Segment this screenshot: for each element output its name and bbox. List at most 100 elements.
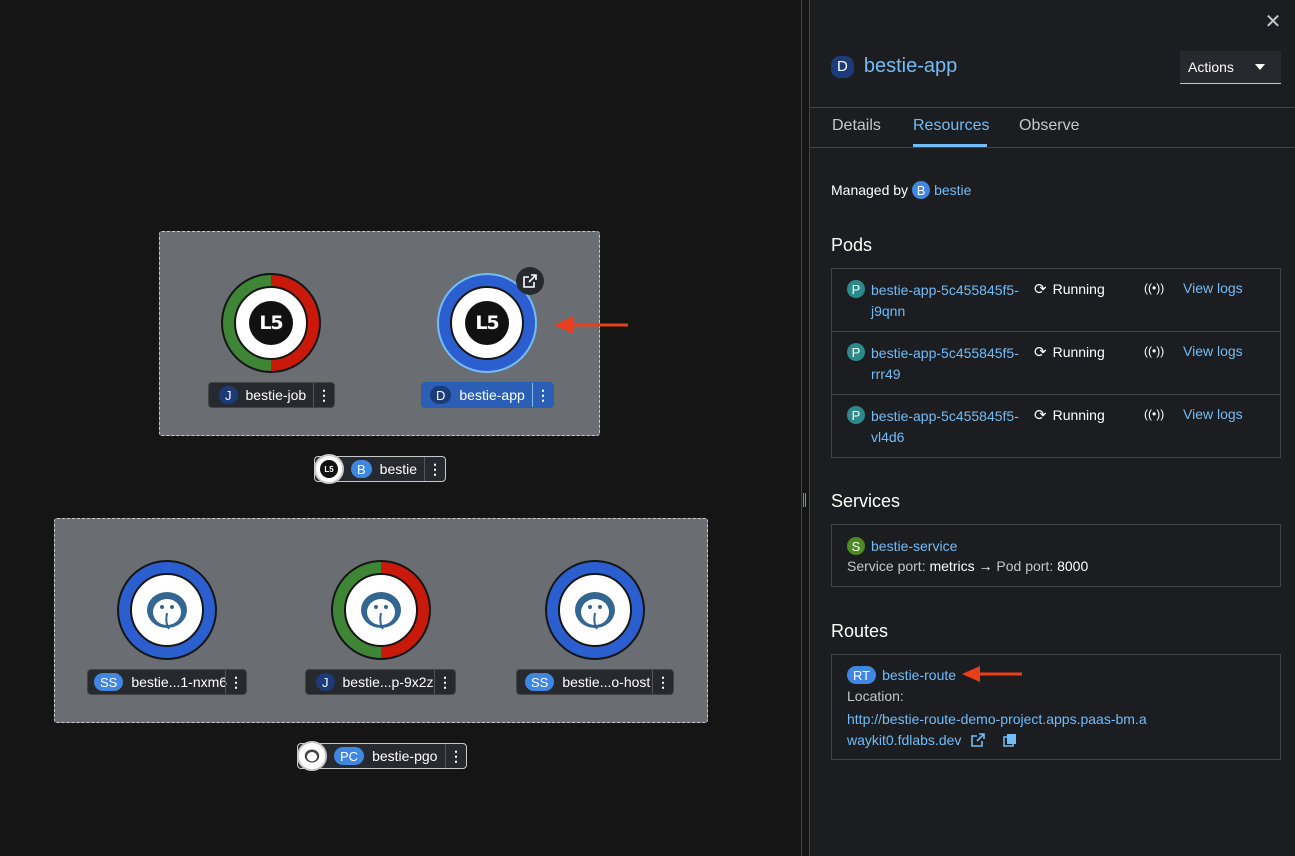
node-name: bestie...1-nxm6: [131, 674, 228, 690]
signal-icon: ((•)): [1144, 281, 1165, 295]
l5-logo-icon: L5: [249, 301, 293, 345]
kebab-menu-icon[interactable]: ⋮: [532, 383, 553, 407]
node-label-bestie-o-host[interactable]: SS bestie...o-host ⋮: [516, 669, 674, 695]
job-badge: J: [316, 673, 335, 691]
managed-by-link[interactable]: bestie: [934, 182, 971, 198]
divider: [810, 107, 1295, 108]
routes-list: RT bestie-route Location: http://bestie-r…: [831, 654, 1281, 760]
application-badge: PC: [334, 747, 365, 765]
routes-heading: Routes: [831, 621, 889, 641]
view-logs-link[interactable]: View logs: [1183, 406, 1243, 422]
workload-node-bestie-o-host[interactable]: [545, 560, 645, 660]
kebab-menu-icon[interactable]: ⋮: [225, 670, 246, 694]
service-link[interactable]: bestie-service: [871, 538, 957, 554]
application-badge: B: [351, 460, 372, 478]
group-name: bestie: [379, 461, 418, 477]
kebab-menu-icon[interactable]: ⋮: [424, 457, 445, 481]
external-link-icon: [523, 274, 537, 288]
node-name: bestie...o-host: [562, 674, 651, 690]
kebab-menu-icon[interactable]: ⋮: [652, 670, 673, 694]
view-logs-link[interactable]: View logs: [1183, 280, 1243, 296]
node-label-bestie-job[interactable]: J bestie-job ⋮: [208, 382, 335, 408]
managed-by-label: Managed by: [831, 182, 909, 198]
workload-node-bestie-job[interactable]: L5: [221, 273, 321, 373]
workload-node-bestie-1-nxm6[interactable]: [117, 560, 217, 660]
signal-icon: ((•)): [1144, 344, 1165, 358]
pod-badge: P: [847, 406, 865, 424]
statefulset-badge: SS: [94, 673, 124, 691]
annotation-arrow: [962, 666, 1022, 682]
node-icon-container: L5: [234, 286, 308, 360]
tab-resources[interactable]: Resources: [913, 117, 989, 135]
postgres-elephant-icon: [304, 749, 320, 763]
list-item: Pbestie-app-5c455845f5-rrr49 ⟳ Running ((…: [832, 332, 1280, 395]
node-label-bestie-app[interactable]: D bestie-app ⋮: [421, 382, 554, 408]
view-logs-link[interactable]: View logs: [1183, 343, 1243, 359]
tab-details[interactable]: Details: [832, 117, 881, 135]
pod-link[interactable]: bestie-app-5c455845f5-rrr49: [871, 343, 1021, 385]
panel-resize-splitter[interactable]: [801, 0, 810, 856]
deployment-badge: D: [831, 55, 854, 78]
arrow-right-icon: →: [978, 558, 993, 574]
pod-status: Running: [1052, 281, 1105, 297]
route-badge: RT: [847, 666, 877, 684]
group-label-bestie-pgo[interactable]: PC bestie-pgo ⋮: [297, 741, 467, 771]
managed-by: Managed by B bestie: [831, 181, 971, 199]
deployment-badge: D: [430, 386, 452, 404]
panel-title: D bestie-app: [831, 55, 957, 78]
kebab-menu-icon[interactable]: ⋮: [434, 670, 455, 694]
pod-badge: P: [847, 280, 865, 298]
sync-icon: ⟳: [1034, 281, 1047, 298]
node-icon-container: [558, 573, 632, 647]
kebab-menu-icon[interactable]: ⋮: [445, 744, 466, 768]
caret-down-icon: [1255, 64, 1265, 70]
resize-handle-icon[interactable]: [803, 493, 806, 507]
job-badge: J: [219, 386, 238, 404]
application-badge: B: [912, 181, 931, 199]
statefulset-badge: SS: [525, 673, 555, 691]
postgres-elephant-icon: [361, 592, 401, 630]
panel-title-text: bestie-app: [863, 55, 958, 77]
route-link[interactable]: bestie-route: [882, 667, 956, 683]
node-icon-container: [130, 573, 204, 647]
postgres-elephant-icon: [147, 592, 187, 630]
service-port-info: Service port: metrics → Pod port: 8000: [847, 558, 1088, 574]
node-name: bestie...p-9x2z: [342, 674, 434, 690]
workload-node-bestie-p-9x2z[interactable]: [331, 560, 431, 660]
open-url-button[interactable]: [516, 267, 544, 295]
pod-link[interactable]: bestie-app-5c455845f5-j9qnn: [871, 280, 1021, 322]
list-item: Pbestie-app-5c455845f5-j9qnn ⟳ Running ((…: [832, 269, 1280, 332]
copy-icon[interactable]: [1003, 733, 1017, 747]
external-link-icon[interactable]: [971, 733, 986, 747]
sync-icon: ⟳: [1034, 407, 1047, 424]
node-label-bestie-1-nxm6[interactable]: SS bestie...1-nxm6 ⋮: [87, 669, 247, 695]
kebab-menu-icon[interactable]: ⋮: [313, 383, 334, 407]
l5-logo-icon: L5: [465, 301, 509, 345]
pod-status: Running: [1052, 407, 1105, 423]
close-icon[interactable]: ✕: [1263, 12, 1283, 32]
actions-dropdown[interactable]: Actions: [1180, 51, 1281, 84]
postgres-elephant-icon: [575, 592, 615, 630]
node-icon-container: L5: [450, 286, 524, 360]
group-label-bestie[interactable]: L5 B bestie ⋮: [314, 454, 446, 484]
pods-heading: Pods: [831, 235, 873, 255]
list-item: Pbestie-app-5c455845f5-vl4d6 ⟳ Running ((…: [832, 395, 1280, 458]
node-name: bestie-app: [459, 387, 525, 403]
actions-label: Actions: [1188, 59, 1234, 75]
l5-logo-icon: L5: [320, 460, 338, 478]
services-list: Sbestie-service Service port: metrics → …: [831, 524, 1281, 587]
annotation-arrow: [554, 316, 628, 334]
pods-list: Pbestie-app-5c455845f5-j9qnn ⟳ Running ((…: [831, 268, 1281, 458]
node-label-bestie-p-9x2z[interactable]: J bestie...p-9x2z ⋮: [305, 669, 456, 695]
tab-observe[interactable]: Observe: [1019, 117, 1079, 135]
pod-link[interactable]: bestie-app-5c455845f5-vl4d6: [871, 406, 1021, 448]
service-badge: S: [847, 537, 865, 555]
node-icon-container: [344, 573, 418, 647]
pod-badge: P: [847, 343, 865, 361]
group-icon: L5: [314, 454, 344, 484]
route-url: http://bestie-route-demo-project.apps.pa…: [847, 709, 1147, 751]
route-location-label: Location:: [847, 688, 904, 704]
route-url-link[interactable]: http://bestie-route-demo-project.apps.pa…: [847, 711, 1147, 748]
services-heading: Services: [831, 491, 901, 511]
group-icon: [297, 741, 327, 771]
